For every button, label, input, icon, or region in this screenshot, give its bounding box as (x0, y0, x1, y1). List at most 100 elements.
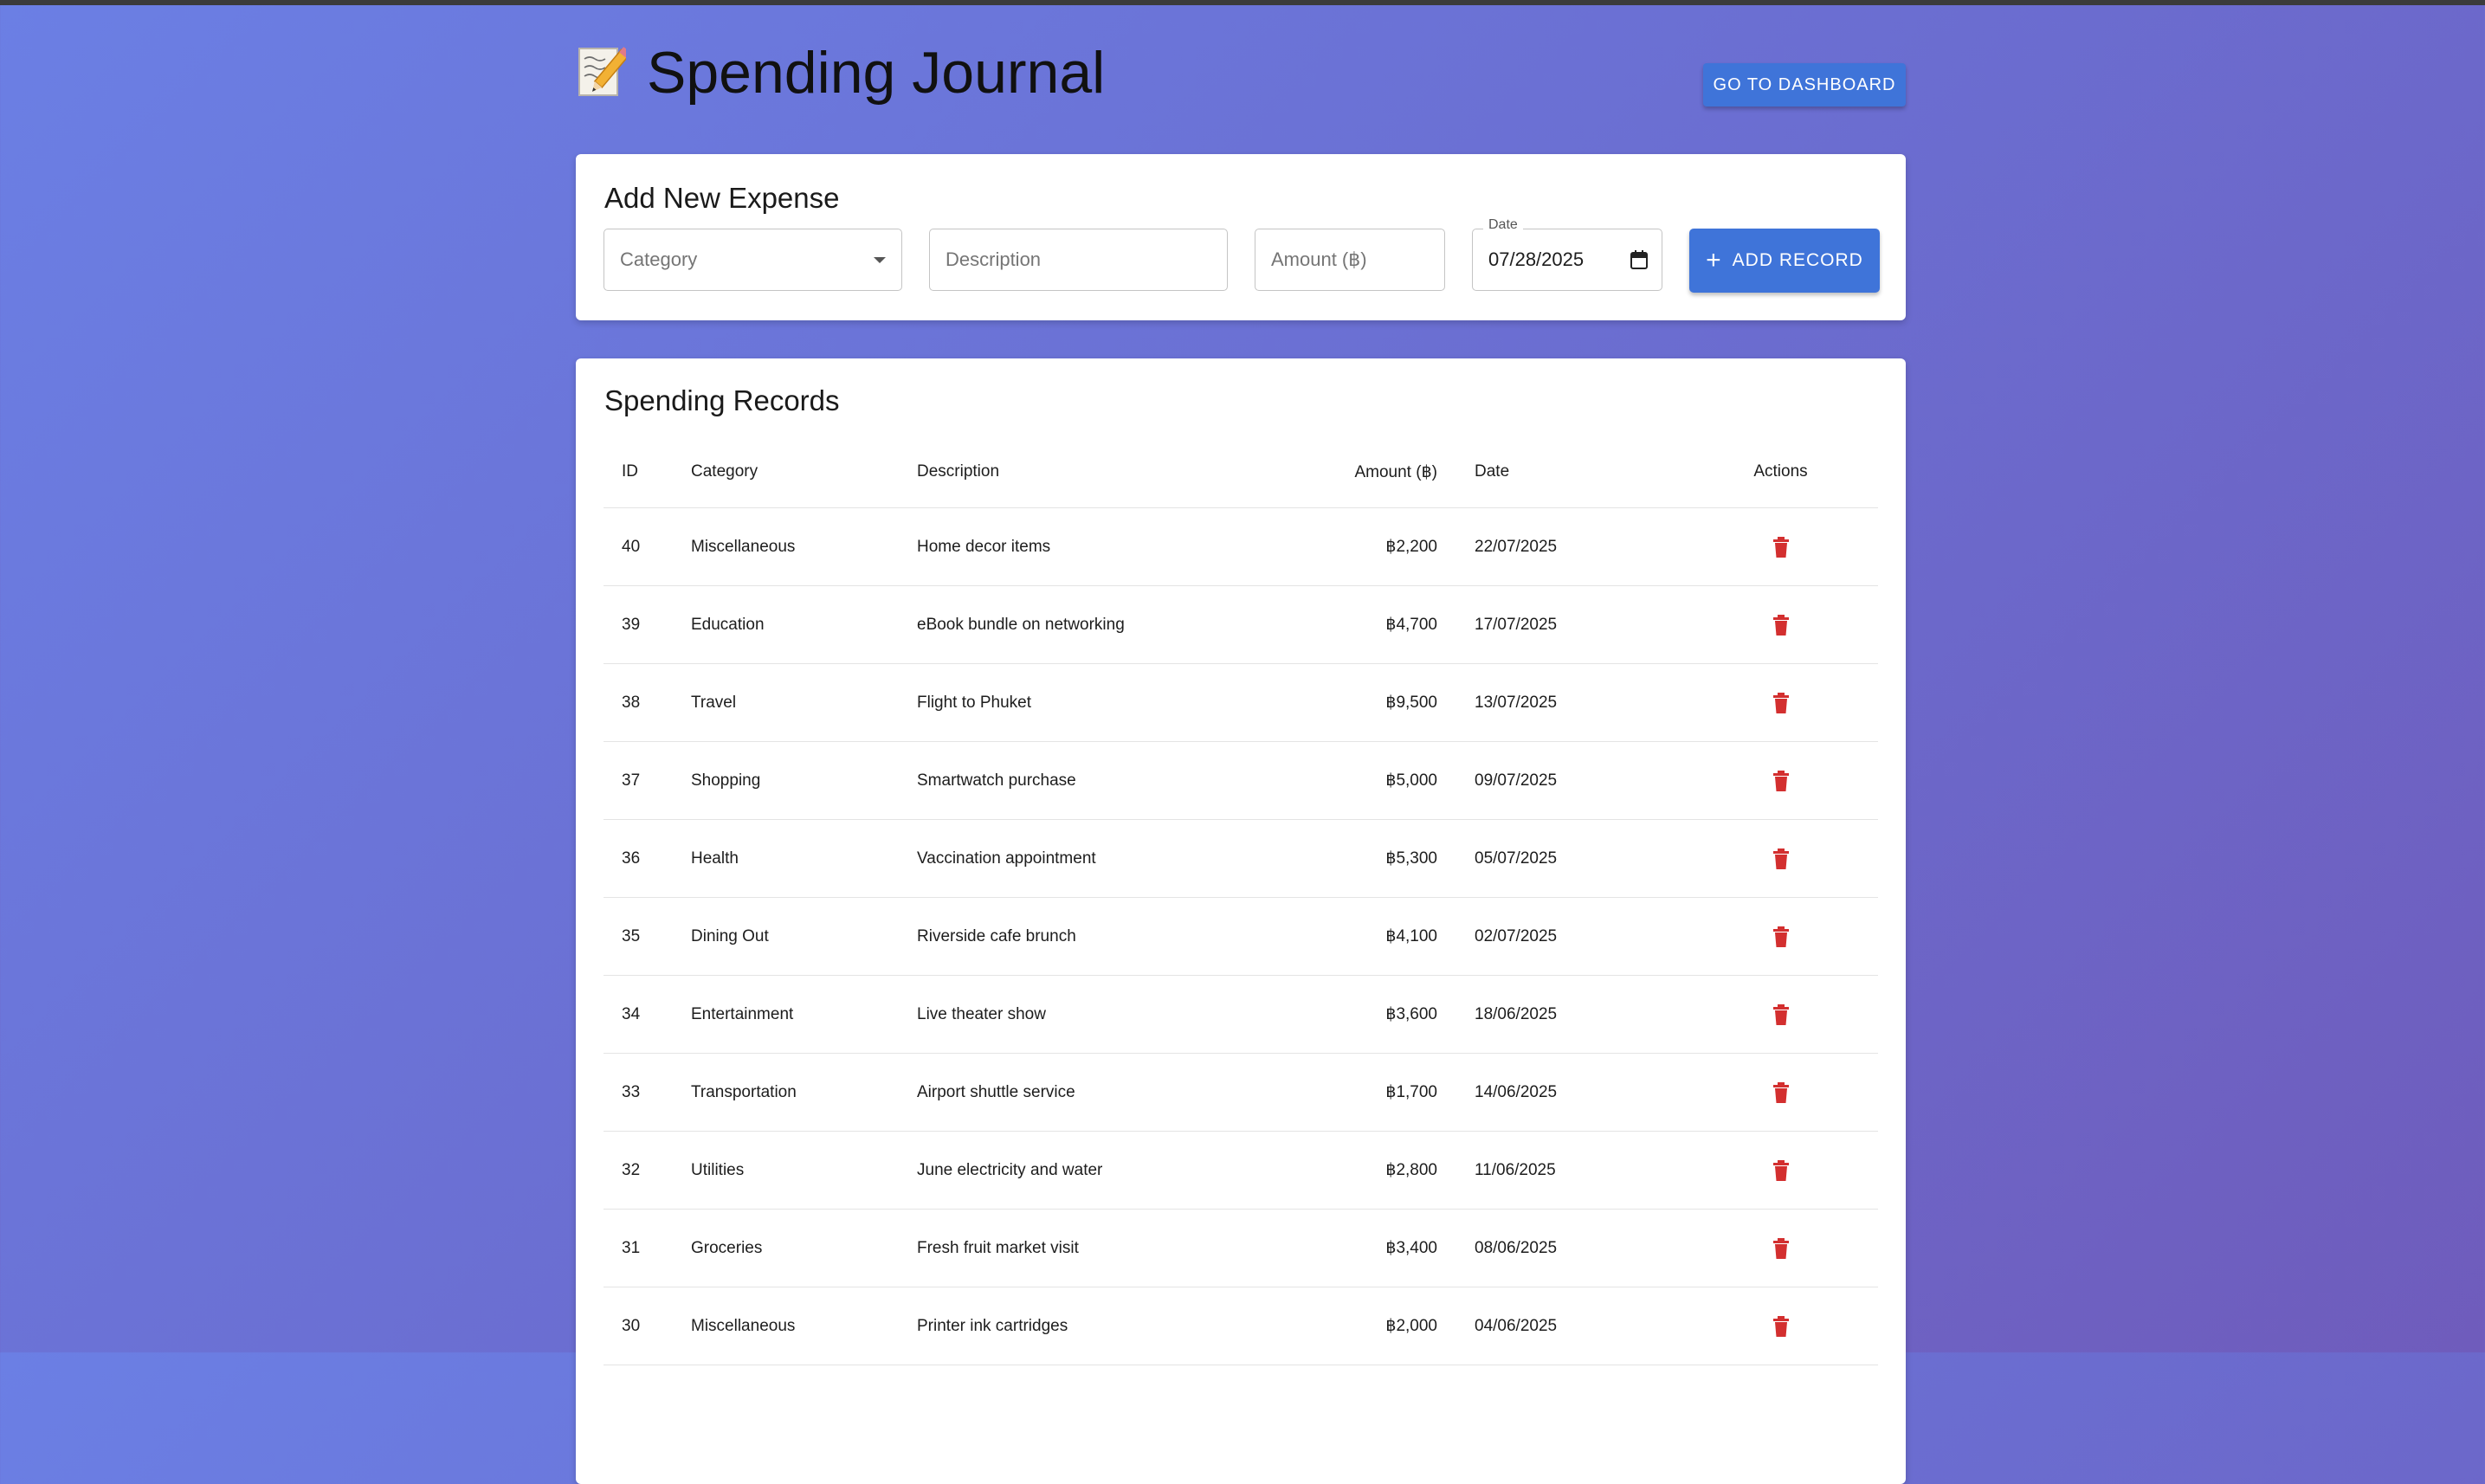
cell-description: June electricity and water (916, 1131, 1320, 1210)
cell-id: 35 (604, 897, 690, 976)
cell-category: Travel (690, 663, 916, 742)
trash-icon[interactable] (1772, 536, 1790, 558)
cell-amount: ฿1,700 (1320, 1053, 1438, 1132)
table-row: 37 Shopping Smartwatch purchase ฿5,000 09/07… (604, 741, 1878, 820)
cell-date: 02/07/2025 (1438, 897, 1683, 976)
date-label: Date (1483, 217, 1523, 233)
amount-input[interactable]: Amount (฿) (1255, 229, 1445, 291)
cell-actions (1683, 1131, 1878, 1210)
table-row: 31 Groceries Fresh fruit market visit ฿3,40… (604, 1209, 1878, 1287)
trash-icon[interactable] (1772, 926, 1790, 947)
cell-category: Transportation (690, 1053, 916, 1132)
table-row: 39 Education eBook bundle on networking ฿4,… (604, 585, 1878, 664)
cell-category: Shopping (690, 741, 916, 820)
category-select[interactable]: Category (604, 229, 902, 291)
cell-amount: ฿4,700 (1320, 585, 1438, 664)
cell-id: 34 (604, 975, 690, 1054)
cell-amount: ฿5,300 (1320, 819, 1438, 898)
table-row: 38 Travel Flight to Phuket ฿9,500 13/07/2025 (604, 663, 1878, 742)
trash-icon[interactable] (1772, 1159, 1790, 1181)
spending-records-card: Spending Records ID Category Description… (576, 358, 1906, 1484)
column-header-actions: Actions (1683, 436, 1878, 508)
cell-description: Home decor items (916, 507, 1320, 586)
table-header-row: ID Category Description Amount (฿) Date … (604, 436, 1878, 508)
cell-actions (1683, 1287, 1878, 1365)
cell-date: 11/06/2025 (1438, 1131, 1683, 1210)
column-header-id: ID (604, 436, 690, 508)
cell-amount: ฿2,200 (1320, 507, 1438, 586)
trash-icon[interactable] (1772, 1315, 1790, 1337)
column-header-date: Date (1438, 436, 1683, 508)
cell-actions (1683, 741, 1878, 820)
cell-category: Health (690, 819, 916, 898)
cell-id: 31 (604, 1209, 690, 1287)
cell-date: 22/07/2025 (1438, 507, 1683, 586)
cell-description: Flight to Phuket (916, 663, 1320, 742)
table-row: 32 Utilities June electricity and water ฿2,… (604, 1131, 1878, 1210)
trash-icon[interactable] (1772, 614, 1790, 636)
trash-icon[interactable] (1772, 1237, 1790, 1259)
records-table: ID Category Description Amount (฿) Date … (604, 436, 1878, 1365)
cell-id: 39 (604, 585, 690, 664)
cell-amount: ฿3,600 (1320, 975, 1438, 1054)
cell-description: Fresh fruit market visit (916, 1209, 1320, 1287)
cell-date: 13/07/2025 (1438, 663, 1683, 742)
cell-date: 18/06/2025 (1438, 975, 1683, 1054)
trash-icon[interactable] (1772, 770, 1790, 791)
cell-category: Dining Out (690, 897, 916, 976)
date-input[interactable]: Date 07/28/2025 (1472, 217, 1662, 291)
cell-date: 09/07/2025 (1438, 741, 1683, 820)
cell-amount: ฿9,500 (1320, 663, 1438, 742)
cell-actions (1683, 897, 1878, 976)
column-header-amount: Amount (฿) (1320, 436, 1438, 508)
cell-id: 30 (604, 1287, 690, 1365)
trash-icon[interactable] (1772, 1081, 1790, 1103)
cell-id: 37 (604, 741, 690, 820)
cell-amount: ฿3,400 (1320, 1209, 1438, 1287)
cell-category: Miscellaneous (690, 507, 916, 586)
table-row: 33 Transportation Airport shuttle service ฿… (604, 1053, 1878, 1132)
column-header-category: Category (690, 436, 916, 508)
table-row: 30 Miscellaneous Printer ink cartridges ฿2,… (604, 1287, 1878, 1365)
table-row: 36 Health Vaccination appointment ฿5,300 05/… (604, 819, 1878, 898)
page-title: Spending Journal (647, 40, 1106, 106)
description-input[interactable]: Description (929, 229, 1228, 291)
calendar-icon[interactable] (1630, 250, 1648, 269)
cell-category: Utilities (690, 1131, 916, 1210)
add-record-button[interactable]: + ADD RECORD (1689, 229, 1880, 293)
category-placeholder: Category (620, 248, 698, 270)
cell-date: 05/07/2025 (1438, 819, 1683, 898)
memo-pencil-icon (578, 47, 626, 96)
cell-id: 33 (604, 1053, 690, 1132)
trash-icon[interactable] (1772, 848, 1790, 869)
cell-amount: ฿2,000 (1320, 1287, 1438, 1365)
cell-description: eBook bundle on networking (916, 585, 1320, 664)
dropdown-arrow-icon (874, 257, 886, 263)
trash-icon[interactable] (1772, 692, 1790, 713)
cell-actions (1683, 1209, 1878, 1287)
cell-date: 14/06/2025 (1438, 1053, 1683, 1132)
add-record-label: ADD RECORD (1732, 250, 1863, 270)
table-row: 34 Entertainment Live theater show ฿3,600 18… (604, 975, 1878, 1054)
cell-date: 08/06/2025 (1438, 1209, 1683, 1287)
go-to-dashboard-button[interactable]: GO TO DASHBOARD (1703, 63, 1906, 106)
amount-placeholder: Amount (฿) (1271, 248, 1367, 270)
cell-id: 38 (604, 663, 690, 742)
cell-description: Vaccination appointment (916, 819, 1320, 898)
cell-description: Live theater show (916, 975, 1320, 1054)
cell-actions (1683, 507, 1878, 586)
cell-date: 17/07/2025 (1438, 585, 1683, 664)
cell-category: Education (690, 585, 916, 664)
add-expense-title: Add New Expense (604, 182, 840, 214)
cell-actions (1683, 975, 1878, 1054)
page-container: Spending Journal GO TO DASHBOARD Add New… (576, 0, 1906, 1484)
cell-actions (1683, 663, 1878, 742)
plus-icon: + (1706, 246, 1722, 274)
add-expense-card: Add New Expense Category Description Amo… (576, 154, 1906, 320)
cell-description: Smartwatch purchase (916, 741, 1320, 820)
table-row: 35 Dining Out Riverside cafe brunch ฿4,100 0… (604, 897, 1878, 976)
cell-actions (1683, 1053, 1878, 1132)
cell-id: 40 (604, 507, 690, 586)
trash-icon[interactable] (1772, 1003, 1790, 1025)
cell-amount: ฿5,000 (1320, 741, 1438, 820)
